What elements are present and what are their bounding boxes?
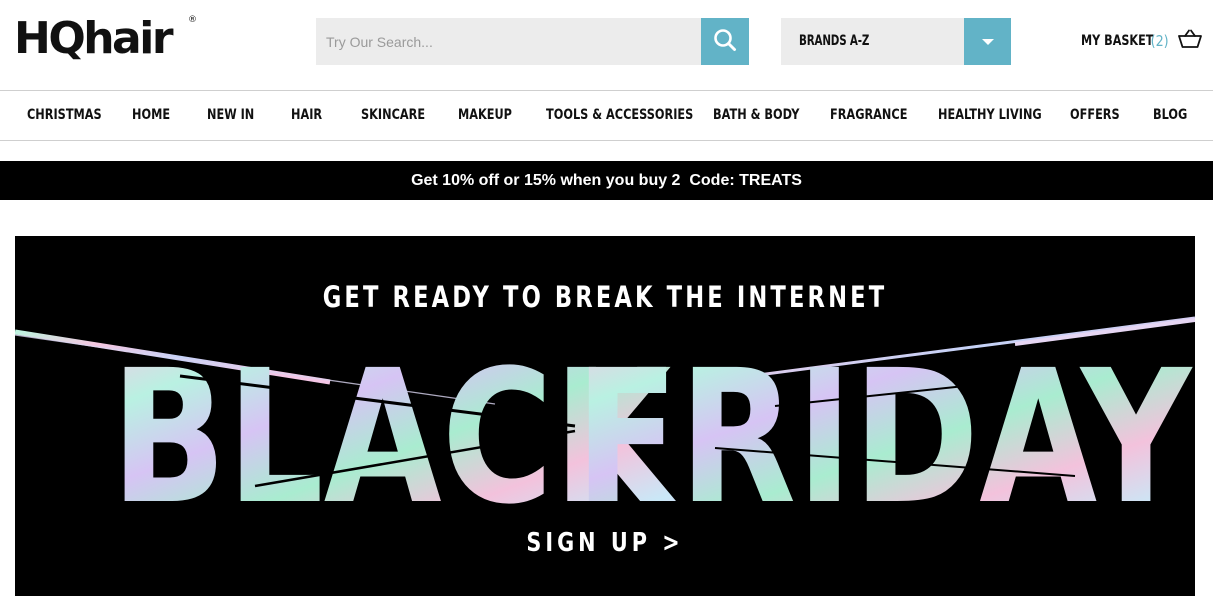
nav-item-christmas[interactable]: CHRISTMAS bbox=[27, 91, 102, 140]
search-bar bbox=[316, 18, 749, 65]
logo[interactable]: HQhair bbox=[14, 14, 174, 64]
brands-dropdown-label: BRANDS A-Z bbox=[799, 33, 870, 49]
nav-item-fragrance[interactable]: FRAGRANCE bbox=[830, 91, 907, 140]
basket-link[interactable]: MY BASKET (2) bbox=[1081, 28, 1203, 54]
promo-banner[interactable]: Get 10% off or 15% when you buy 2 Code: … bbox=[0, 161, 1213, 200]
hero-headline-friday: FRIDAY bbox=[575, 330, 1193, 544]
chevron-down-icon bbox=[981, 38, 994, 45]
basket-label: MY BASKET bbox=[1081, 33, 1154, 49]
brands-dropdown[interactable]: BRANDS A-Z bbox=[781, 18, 1011, 65]
basket-count: (2) bbox=[1150, 32, 1169, 50]
nav-item-tools-accessories[interactable]: TOOLS & ACCESSORIES bbox=[546, 91, 693, 140]
nav-item-home[interactable]: HOME bbox=[132, 91, 170, 140]
hero-signup-link[interactable]: SIGN UP > bbox=[133, 528, 1077, 558]
search-input[interactable] bbox=[316, 18, 701, 65]
nav-item-skincare[interactable]: SKINCARE bbox=[361, 91, 425, 140]
nav-item-offers[interactable]: OFFERS bbox=[1070, 91, 1120, 140]
basket-icon bbox=[1178, 29, 1203, 54]
search-icon bbox=[713, 28, 737, 55]
nav-item-blog[interactable]: BLOG bbox=[1153, 91, 1187, 140]
main-nav: CHRISTMAS HOME NEW IN HAIR SKINCARE MAKE… bbox=[0, 90, 1213, 141]
site-header: HQhair ® BRANDS A-Z MY BASKET (2) bbox=[0, 0, 1213, 90]
search-button[interactable] bbox=[701, 18, 749, 65]
nav-item-bath-body[interactable]: BATH & BODY bbox=[713, 91, 799, 140]
nav-item-makeup[interactable]: MAKEUP bbox=[458, 91, 512, 140]
nav-item-healthy-living[interactable]: HEALTHY LIVING bbox=[938, 91, 1042, 140]
logo-registered-mark: ® bbox=[188, 15, 197, 25]
nav-item-new-in[interactable]: NEW IN bbox=[207, 91, 254, 140]
hero-banner[interactable]: GET READY TO BREAK THE INTERNET BLACK FR… bbox=[15, 236, 1195, 596]
nav-item-hair[interactable]: HAIR bbox=[291, 91, 322, 140]
brands-dropdown-toggle[interactable] bbox=[964, 18, 1011, 65]
